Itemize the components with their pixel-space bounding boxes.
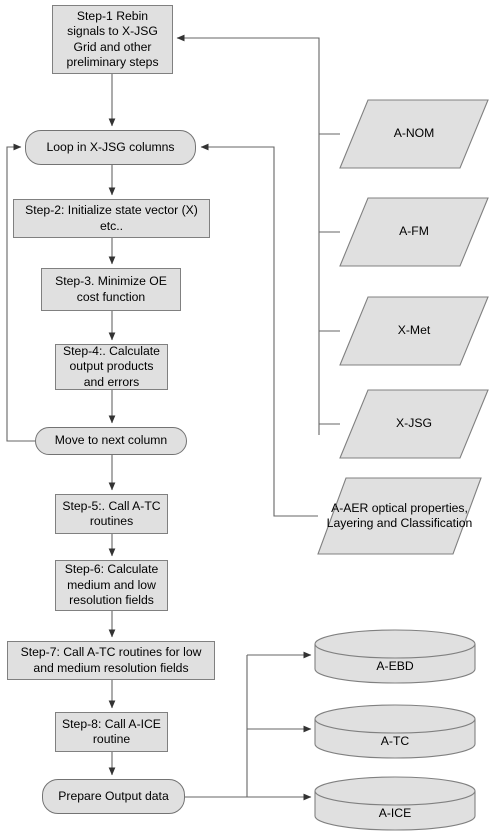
node-anom[interactable]: A-NOM bbox=[340, 100, 488, 168]
node-step8[interactable]: Step-8: Call A-ICE routine bbox=[55, 712, 168, 752]
node-step5[interactable]: Step-5:. Call A-TC routines bbox=[55, 494, 168, 534]
node-move-to-next-column[interactable]: Move to next column bbox=[35, 427, 187, 455]
node-afm-label: A-FM bbox=[399, 224, 429, 239]
node-xmet-label: X-Met bbox=[397, 323, 431, 338]
edge-move-loop-feedback bbox=[6, 143, 35, 442]
node-atc-label: A-TC bbox=[380, 733, 410, 748]
node-prepare-output-data[interactable]: Prepare Output data bbox=[42, 779, 185, 814]
node-step6-label: Step-6: Calculate medium and low resolut… bbox=[64, 562, 159, 608]
node-step7[interactable]: Step-7: Call A-TC routines for low and m… bbox=[7, 641, 215, 680]
node-step1[interactable]: Step-1 Rebin signals to X-JSG Grid and o… bbox=[52, 5, 173, 74]
node-step1-label: Step-1 Rebin signals to X-JSG Grid and o… bbox=[66, 8, 159, 69]
node-anom-label: A-NOM bbox=[393, 126, 435, 141]
node-xmet[interactable]: X-Met bbox=[340, 297, 488, 365]
node-step6[interactable]: Step-6: Calculate medium and low resolut… bbox=[55, 560, 168, 611]
node-prepare-label: Prepare Output data bbox=[58, 788, 169, 803]
node-xjsg[interactable]: X-JSG bbox=[340, 390, 488, 458]
node-step5-label: Step-5:. Call A-TC routines bbox=[62, 498, 161, 528]
node-loop-label: Loop in X-JSG columns bbox=[46, 139, 175, 154]
node-atc[interactable]: A-TC bbox=[315, 705, 475, 758]
node-step8-label: Step-8: Call A-ICE routine bbox=[62, 716, 161, 746]
node-step4[interactable]: Step-4:. Calculate output products and e… bbox=[55, 344, 168, 390]
node-step2[interactable]: Step-2: Initialize state vector (X) etc.… bbox=[13, 199, 210, 238]
node-xjsg-label: X-JSG bbox=[396, 416, 432, 431]
node-aice[interactable]: A-ICE bbox=[315, 777, 475, 830]
node-step7-label: Step-7: Call A-TC routines for low and m… bbox=[20, 645, 202, 675]
node-aice-label: A-ICE bbox=[378, 805, 412, 820]
node-step4-label: Step-4:. Calculate output products and e… bbox=[63, 343, 160, 389]
node-aaer[interactable]: A-AER optical properties, Layering and C… bbox=[318, 478, 481, 554]
node-move-label: Move to next column bbox=[54, 433, 168, 448]
node-aebd-label: A-EBD bbox=[376, 658, 414, 673]
node-aebd[interactable]: A-EBD bbox=[315, 630, 475, 683]
node-step3[interactable]: Step-3. Minimize OE cost function bbox=[41, 268, 181, 311]
node-step3-label: Step-3. Minimize OE cost function bbox=[55, 274, 167, 304]
node-loop[interactable]: Loop in X-JSG columns bbox=[25, 130, 196, 165]
node-step2-label: Step-2: Initialize state vector (X) etc.… bbox=[25, 203, 198, 233]
edge-aaer-to-loop bbox=[200, 143, 318, 517]
flowchart-canvas: Step-1 Rebin signals to X-JSG Grid and o… bbox=[0, 0, 500, 838]
node-aaer-label: A-AER optical properties, Layering and C… bbox=[326, 500, 473, 530]
node-afm[interactable]: A-FM bbox=[340, 198, 488, 266]
